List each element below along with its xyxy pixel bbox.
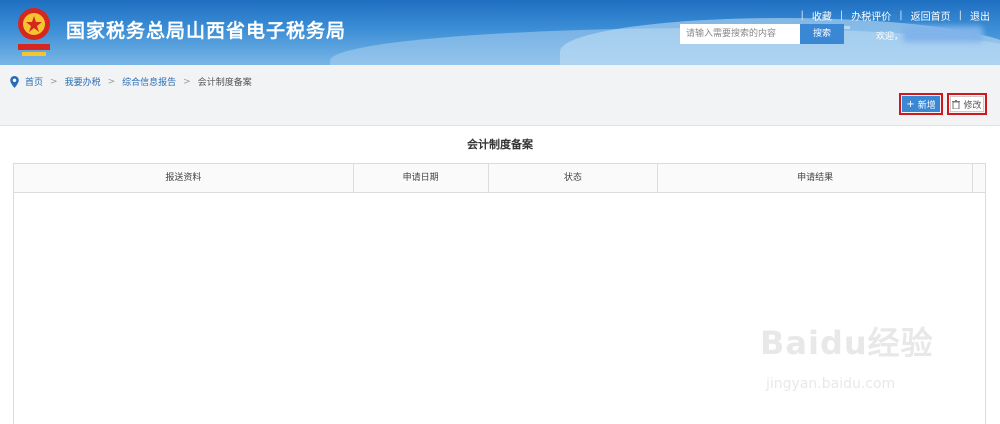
location-pin-icon [10,75,19,88]
site-header: 国家税务总局山西省电子税务局 | 收藏 | 办税评价 | 返回首页 | 退出 请… [0,0,1000,65]
site-title: 国家税务总局山西省电子税务局 [66,20,347,42]
add-button-label: 新增 [917,100,936,111]
breadcrumb-bar: 首页 > 我要办税 > 综合信息报告 > 会计制度备案 [0,65,1000,126]
column-header-status[interactable]: 状态 [489,164,659,192]
tax-emblem-logo [18,8,50,56]
return-home-link[interactable]: 返回首页 [911,8,951,23]
column-header-spacer [973,164,985,192]
breadcrumb-separator: > [50,76,58,87]
breadcrumb: 首页 > 我要办税 > 综合信息报告 > 会计制度备案 [10,75,252,88]
search-button[interactable]: 搜索 [800,24,844,44]
redacted-username [903,26,983,42]
edit-button[interactable]: 修改 [947,93,987,115]
panel-title: 会计制度备案 [467,138,533,151]
plus-icon: + [906,98,915,110]
link-separator: | [839,10,844,21]
edit-button-label: 修改 [963,100,982,111]
breadcrumb-separator: > [183,76,191,87]
breadcrumb-tax-service[interactable]: 我要办税 [65,75,101,88]
search-input[interactable]: 请输入需要搜索的内容 [680,24,800,44]
watermark-text: Baidu经验 [760,324,934,362]
watermark-url: jingyan.baidu.com [766,376,896,392]
tax-evaluation-link[interactable]: 办税评价 [851,8,891,23]
breadcrumb-current: 会计制度备案 [197,78,252,88]
welcome-text: 欢迎， [876,32,904,42]
trash-icon [952,99,961,109]
favorite-link[interactable]: 收藏 [812,8,832,23]
top-links: | 收藏 | 办税评价 | 返回首页 | 退出 [793,8,991,23]
column-header-result[interactable]: 申请结果 [658,164,974,192]
baidu-watermark: Baidu经验 jingyan.baidu.com [760,318,960,408]
link-separator: | [958,10,962,21]
breadcrumb-info-report[interactable]: 综合信息报告 [122,75,176,88]
logout-link[interactable]: 退出 [970,8,990,23]
link-separator: | [800,10,804,21]
link-separator: | [899,10,903,21]
breadcrumb-home[interactable]: 首页 [25,75,43,88]
column-header-materials[interactable]: 报送资料 [14,164,354,192]
table-header: 报送资料 申请日期 状态 申请结果 [14,164,985,193]
column-header-apply-date[interactable]: 申请日期 [354,164,489,192]
breadcrumb-separator: > [107,76,116,87]
add-button[interactable]: + 新增 [899,93,943,115]
